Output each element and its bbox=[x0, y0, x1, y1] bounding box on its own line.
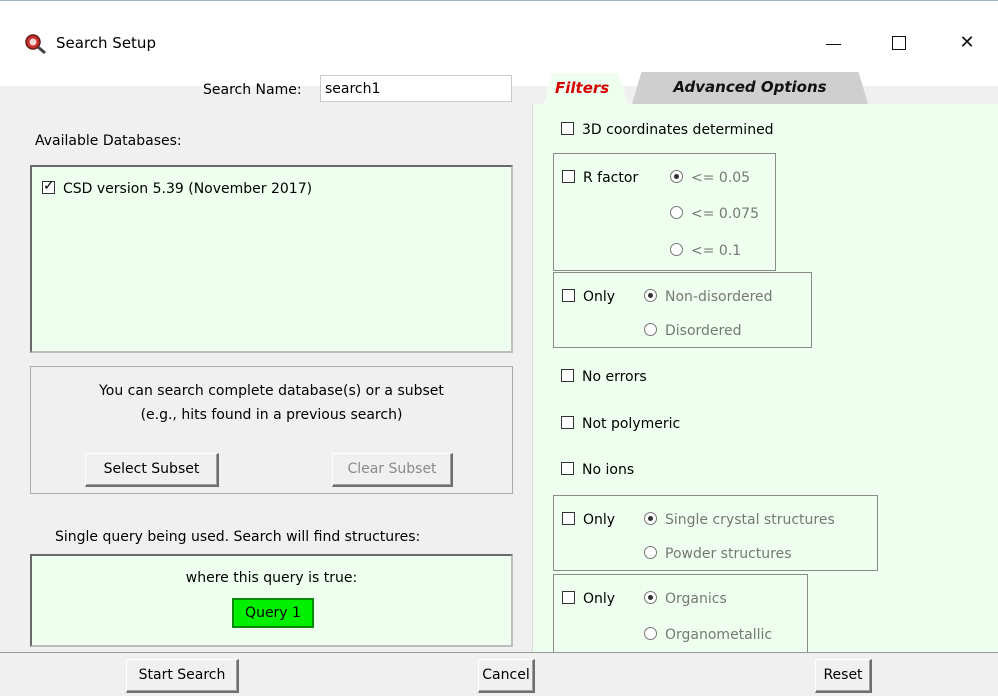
single-crystal-option[interactable]: Single crystal structures bbox=[644, 512, 835, 528]
rfactor-option-005[interactable]: <= 0.05 bbox=[670, 170, 750, 186]
select-subset-button[interactable]: Select Subset bbox=[85, 453, 219, 487]
filter-no-ions[interactable]: No ions bbox=[561, 462, 634, 478]
available-databases-label: Available Databases: bbox=[35, 133, 182, 149]
disordered-option[interactable]: Disordered bbox=[644, 323, 742, 339]
rfactor-checkbox[interactable] bbox=[562, 170, 575, 183]
disorder-filter[interactable]: Only bbox=[562, 289, 615, 305]
powder-radio[interactable] bbox=[644, 546, 657, 559]
crystal-group: Only Single crystal structures Powder st… bbox=[553, 495, 878, 571]
query-box: where this query is true: Query 1 bbox=[30, 554, 513, 647]
search-name-label: Search Name: bbox=[203, 82, 302, 98]
coords-label: 3D coordinates determined bbox=[582, 122, 774, 138]
filter-not-polymeric[interactable]: Not polymeric bbox=[561, 416, 680, 432]
subset-info-line1: You can search complete database(s) or a… bbox=[99, 383, 444, 399]
rfactor-group: R factor <= 0.05 <= 0.075 <= 0.1 bbox=[553, 153, 776, 271]
query-info-label: Single query being used. Search will fin… bbox=[55, 529, 421, 545]
database-item[interactable]: CSD version 5.39 (November 2017) bbox=[42, 178, 313, 197]
organics-filter[interactable]: Only bbox=[562, 591, 615, 607]
rfactor-radio-005[interactable] bbox=[670, 170, 683, 183]
organics-option[interactable]: Organics bbox=[644, 591, 727, 607]
no-ions-checkbox[interactable] bbox=[561, 462, 574, 475]
crystal-label: Only bbox=[583, 512, 616, 528]
search-setup-icon bbox=[25, 34, 46, 55]
rfactor-radio-0075[interactable] bbox=[670, 206, 683, 219]
filter-3d-coordinates[interactable]: 3D coordinates determined bbox=[561, 122, 774, 138]
button-bar: Start Search Cancel Reset bbox=[0, 652, 998, 696]
reset-button[interactable]: Reset bbox=[815, 659, 872, 693]
tab-bar: Filters Advanced Options bbox=[532, 70, 998, 104]
organometallic-radio[interactable] bbox=[644, 627, 657, 640]
rfactor-option-01[interactable]: <= 0.1 bbox=[670, 243, 741, 259]
organics-label: Only bbox=[583, 591, 616, 607]
minimize-button[interactable] bbox=[810, 25, 856, 61]
organics-checkbox[interactable] bbox=[562, 591, 575, 604]
rfactor-filter[interactable]: R factor bbox=[562, 170, 638, 186]
rfactor-option-label: <= 0.05 bbox=[691, 170, 751, 186]
maximize-button[interactable] bbox=[876, 25, 922, 61]
single-crystal-label: Single crystal structures bbox=[665, 512, 835, 528]
subset-info-line2: (e.g., hits found in a previous search) bbox=[140, 407, 403, 423]
rfactor-option-0075[interactable]: <= 0.075 bbox=[670, 206, 759, 222]
single-crystal-radio[interactable] bbox=[644, 512, 657, 525]
rfactor-radio-01[interactable] bbox=[670, 243, 683, 256]
disorder-checkbox[interactable] bbox=[562, 289, 575, 302]
organometallic-option[interactable]: Organometallic bbox=[644, 627, 772, 643]
no-ions-label: No ions bbox=[582, 462, 635, 478]
powder-option[interactable]: Powder structures bbox=[644, 546, 792, 562]
no-errors-checkbox[interactable] bbox=[561, 369, 574, 382]
query-condition: where this query is true: bbox=[185, 570, 358, 586]
subset-group: You can search complete database(s) or a… bbox=[30, 366, 513, 494]
database-label: CSD version 5.39 (November 2017) bbox=[63, 181, 313, 197]
tab-advanced-options[interactable]: Advanced Options bbox=[632, 72, 868, 104]
not-polymeric-checkbox[interactable] bbox=[561, 416, 574, 429]
query-badge[interactable]: Query 1 bbox=[232, 598, 314, 628]
non-disordered-radio[interactable] bbox=[644, 289, 657, 302]
non-disordered-label: Non-disordered bbox=[665, 289, 773, 305]
clear-subset-button[interactable]: Clear Subset bbox=[332, 453, 453, 487]
close-icon: ✕ bbox=[959, 32, 975, 53]
powder-label: Powder structures bbox=[665, 546, 792, 562]
rfactor-option-label: <= 0.075 bbox=[691, 206, 759, 222]
crystal-checkbox[interactable] bbox=[562, 512, 575, 525]
maximize-icon bbox=[892, 36, 906, 50]
coords-checkbox[interactable] bbox=[561, 122, 574, 135]
rfactor-label: R factor bbox=[583, 170, 639, 186]
start-search-button[interactable]: Start Search bbox=[126, 659, 239, 693]
disordered-label: Disordered bbox=[665, 323, 742, 339]
database-checkbox[interactable] bbox=[42, 178, 55, 194]
filters-panel: 3D coordinates determined R factor <= 0.… bbox=[532, 104, 998, 654]
crystal-filter[interactable]: Only bbox=[562, 512, 615, 528]
disorder-group: Only Non-disordered Disordered bbox=[553, 272, 812, 348]
disorder-label: Only bbox=[583, 289, 616, 305]
organics-radio[interactable] bbox=[644, 591, 657, 604]
non-disordered-option[interactable]: Non-disordered bbox=[644, 289, 773, 305]
cancel-button[interactable]: Cancel bbox=[478, 659, 535, 693]
search-name-input[interactable] bbox=[320, 75, 512, 102]
close-button[interactable]: ✕ bbox=[944, 25, 990, 61]
organics-option-label: Organics bbox=[665, 591, 727, 607]
filter-no-errors[interactable]: No errors bbox=[561, 369, 647, 385]
organics-group: Only Organics Organometallic bbox=[553, 574, 808, 654]
database-list: CSD version 5.39 (November 2017) bbox=[30, 165, 513, 353]
organometallic-label: Organometallic bbox=[665, 627, 773, 643]
rfactor-option-label: <= 0.1 bbox=[691, 243, 742, 259]
disordered-radio[interactable] bbox=[644, 323, 657, 336]
not-polymeric-label: Not polymeric bbox=[582, 416, 681, 432]
no-errors-label: No errors bbox=[582, 369, 647, 385]
tab-filters[interactable]: Filters bbox=[544, 72, 628, 104]
window-title: Search Setup bbox=[56, 34, 156, 52]
minimize-icon bbox=[826, 44, 841, 45]
